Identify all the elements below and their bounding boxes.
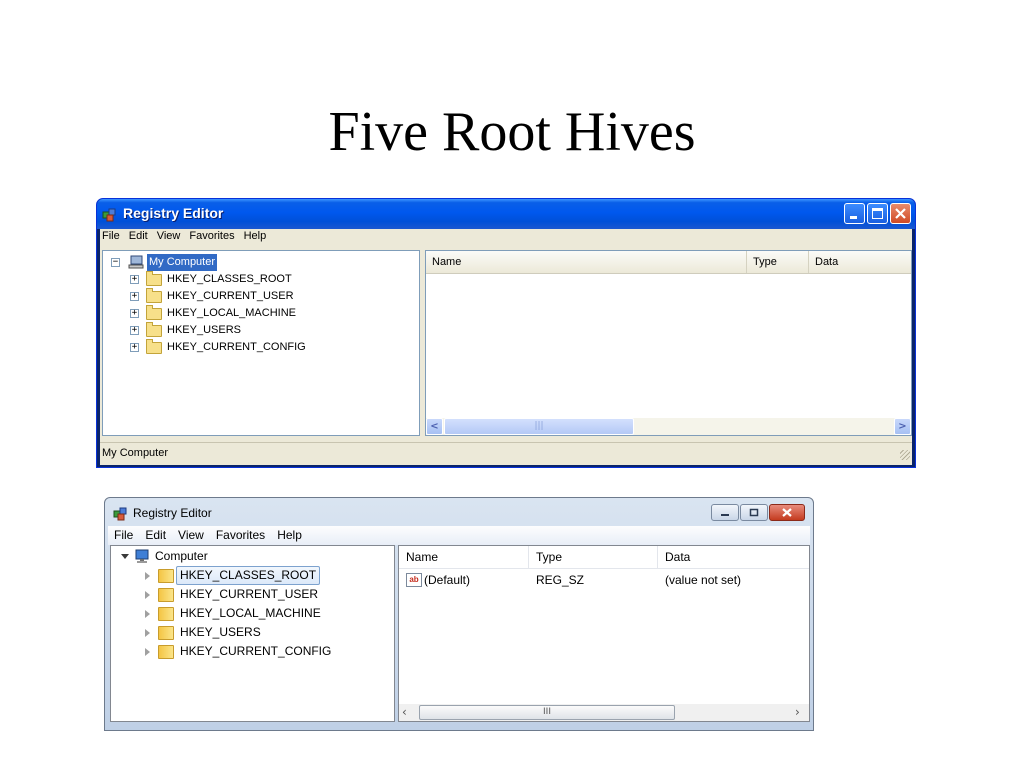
xp-client-area: File Edit View Favorites Help − My Computer … (100, 229, 912, 465)
xp-registry-editor-window: Registry Editor File Edit View Favorites Hel… (96, 198, 916, 468)
close-button[interactable] (769, 504, 805, 521)
column-header-data[interactable]: Data (658, 546, 809, 568)
horizontal-scrollbar[interactable]: ‹ III › (399, 704, 809, 721)
maximize-button[interactable] (740, 504, 768, 521)
scroll-left-arrow-icon[interactable]: ‹ (402, 704, 407, 721)
value-type: REG_SZ (536, 573, 585, 587)
tree-item-label: HKEY_USERS (180, 625, 261, 639)
maximize-icon (872, 208, 883, 219)
menu-file[interactable]: File (114, 528, 133, 542)
maximize-icon (749, 508, 759, 517)
vista-registry-editor-window: Registry Editor File Edit View Favorites Hel… (104, 497, 814, 731)
column-header-type[interactable]: Type (529, 546, 658, 568)
computer-icon (135, 549, 149, 563)
expand-icon[interactable]: + (130, 292, 139, 301)
expand-arrow-icon[interactable] (145, 591, 150, 599)
string-value-icon: ab (406, 573, 422, 587)
folder-icon (158, 607, 174, 621)
expand-arrow-icon[interactable] (145, 610, 150, 618)
expand-icon[interactable]: + (130, 309, 139, 318)
tree-item-label: HKEY_CURRENT_USER (167, 290, 294, 302)
minimize-icon (850, 216, 857, 219)
expand-icon[interactable]: + (130, 326, 139, 335)
registry-app-icon (113, 507, 127, 521)
folder-icon (146, 322, 162, 337)
tree-item-label: HKEY_USERS (167, 324, 241, 336)
menu-view[interactable]: View (157, 230, 181, 242)
close-icon (782, 508, 792, 517)
tree-item-label: HKEY_CURRENT_USER (180, 587, 319, 601)
tree-item-label: HKEY_LOCAL_MACHINE (180, 606, 321, 620)
menu-help[interactable]: Help (244, 230, 267, 242)
vista-window-title: Registry Editor (133, 506, 212, 520)
folder-icon (158, 645, 174, 659)
close-icon (895, 208, 906, 219)
xp-window-title: Registry Editor (123, 205, 224, 221)
horizontal-scrollbar[interactable]: < ||| > (426, 418, 911, 435)
slide-title: Five Root Hives (328, 101, 696, 163)
folder-icon (158, 569, 174, 583)
xp-values-pane[interactable]: Name Type Data < ||| > (425, 250, 912, 436)
tree-root-label: My Computer (147, 254, 218, 271)
expand-arrow-icon[interactable] (145, 572, 150, 580)
resize-grip-icon[interactable] (900, 450, 910, 460)
close-button[interactable] (890, 203, 911, 224)
column-header-data[interactable]: Data (809, 251, 911, 273)
vista-menubar: File Edit View Favorites Help (108, 526, 810, 545)
expand-icon[interactable]: + (130, 275, 139, 284)
value-name: (Default) (424, 573, 471, 587)
minimize-button[interactable] (844, 203, 865, 224)
expand-icon[interactable]: + (130, 343, 139, 352)
menu-edit[interactable]: Edit (145, 528, 166, 542)
registry-app-icon (102, 208, 116, 222)
tree-item-label: HKEY_LOCAL_MACHINE (167, 307, 296, 319)
menu-edit[interactable]: Edit (129, 230, 148, 242)
status-text: My Computer (102, 447, 169, 459)
vista-tree-pane[interactable]: Computer HKEY_CLASSES_ROOT HKEY_CURRENT_… (110, 545, 395, 722)
column-header-name[interactable]: Name (426, 251, 747, 273)
menu-favorites[interactable]: Favorites (216, 528, 265, 542)
collapse-icon[interactable]: − (111, 258, 120, 267)
tree-item-label: HKEY_CURRENT_CONFIG (167, 341, 306, 353)
expand-arrow-icon[interactable] (145, 629, 150, 637)
menu-file[interactable]: File (102, 230, 120, 242)
status-bar: My Computer (100, 442, 912, 462)
column-header-name[interactable]: Name (399, 546, 529, 568)
menu-help[interactable]: Help (277, 528, 302, 542)
xp-menubar: File Edit View Favorites Help (102, 230, 275, 248)
expand-arrow-icon[interactable] (145, 648, 150, 656)
scroll-left-button[interactable]: < (426, 418, 443, 435)
column-header-type[interactable]: Type (747, 251, 809, 273)
xp-titlebar[interactable]: Registry Editor (97, 199, 915, 229)
collapse-arrow-icon[interactable] (121, 554, 129, 559)
tree-item-label: HKEY_CLASSES_ROOT (167, 273, 292, 285)
folder-icon (146, 305, 162, 320)
value-data: (value not set) (665, 573, 742, 587)
scroll-thumb[interactable]: ||| (444, 418, 634, 435)
vista-values-pane[interactable]: Name Type Data ab (Default) REG_SZ (valu… (398, 545, 810, 722)
folder-icon (158, 626, 174, 640)
folder-icon (146, 288, 162, 303)
tree-item-label: HKEY_CURRENT_CONFIG (180, 644, 332, 658)
minimize-button[interactable] (711, 504, 739, 521)
scroll-thumb[interactable]: III (419, 705, 675, 720)
tree-root-label: Computer (155, 549, 208, 563)
minimize-icon (721, 514, 729, 516)
computer-icon (128, 255, 144, 269)
tree-item-label: HKEY_CLASSES_ROOT (176, 566, 321, 585)
folder-icon (146, 271, 162, 286)
scroll-right-button[interactable]: > (894, 418, 911, 435)
folder-icon (146, 339, 162, 354)
table-row[interactable]: ab (Default) REG_SZ (value not set) (399, 571, 809, 589)
maximize-button[interactable] (867, 203, 888, 224)
scroll-right-arrow-icon[interactable]: › (795, 704, 800, 721)
folder-icon (158, 588, 174, 602)
xp-tree-pane[interactable]: − My Computer + HKEY_CLASSES_ROOT + HKEY… (102, 250, 420, 436)
menu-view[interactable]: View (178, 528, 204, 542)
menu-favorites[interactable]: Favorites (189, 230, 234, 242)
